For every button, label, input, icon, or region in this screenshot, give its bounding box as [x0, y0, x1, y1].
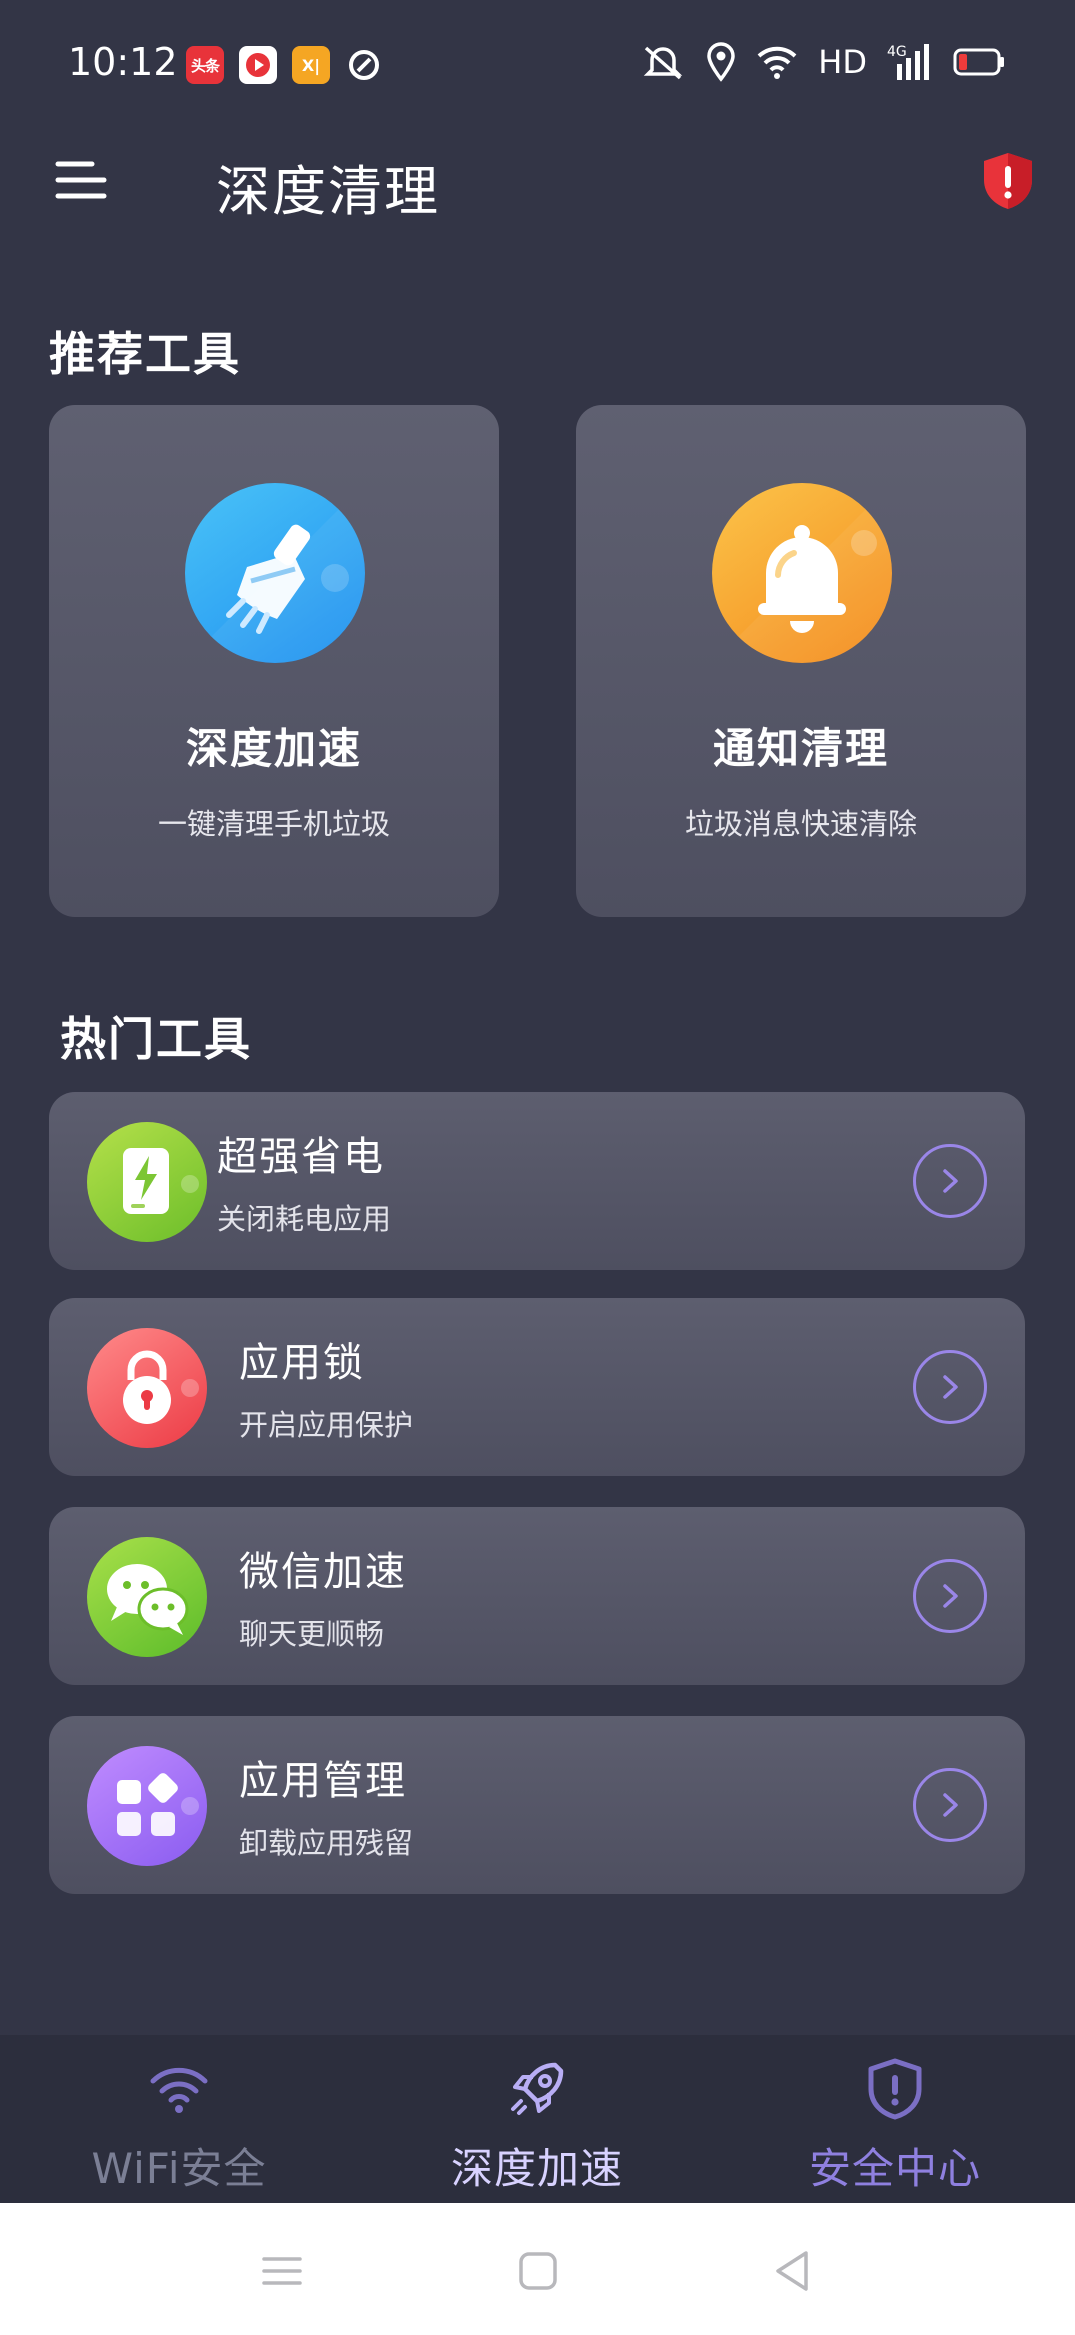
item-title: 微信加速	[239, 1549, 407, 1595]
yellow-app-icon: X|	[292, 46, 330, 84]
broom-icon	[185, 483, 365, 663]
status-bar: 10:12 头条 X| HD 4G	[0, 0, 1075, 130]
recommended-section-title: 推荐工具	[49, 327, 241, 381]
wifi-icon	[150, 2067, 208, 2113]
tab-wifi-security[interactable]: WiFi安全	[0, 2035, 358, 2203]
notification-clean-card[interactable]: 通知清理 垃圾消息快速清除	[576, 405, 1026, 917]
bell-icon	[712, 483, 892, 663]
tab-label: 深度加速	[450, 2144, 623, 2193]
rocket-icon	[511, 2062, 564, 2115]
tab-label: WiFi安全	[91, 2144, 267, 2193]
alert-shield-icon	[984, 153, 1032, 209]
video-app-icon	[239, 46, 277, 84]
item-title: 应用管理	[239, 1758, 407, 1804]
app-header: 深度清理	[0, 130, 1075, 240]
location-icon	[707, 42, 736, 82]
arrow-button[interactable]	[913, 1144, 987, 1218]
back-icon[interactable]	[768, 2247, 816, 2295]
card-subtitle: 垃圾消息快速清除	[684, 807, 917, 841]
card-title: 深度加速	[185, 724, 362, 773]
bottom-nav: WiFi安全 深度加速 安全中心	[0, 2035, 1075, 2203]
app-lock-item[interactable]: 应用锁 开启应用保护	[49, 1298, 1025, 1476]
status-time: 10:12	[68, 40, 178, 84]
chevron-right-icon	[943, 1584, 958, 1608]
item-title: 超强省电	[217, 1134, 385, 1180]
tab-deep-speedup[interactable]: 深度加速	[358, 2035, 716, 2203]
page-title: 深度清理	[216, 160, 440, 223]
apps-grid-icon	[87, 1746, 207, 1866]
deep-speedup-card[interactable]: 深度加速 一键清理手机垃圾	[49, 405, 499, 917]
wechat-icon	[87, 1537, 207, 1657]
ring-app-icon	[345, 46, 383, 84]
item-subtitle: 聊天更顺畅	[239, 1617, 385, 1651]
security-alert-button[interactable]	[979, 150, 1037, 212]
chevron-right-icon	[943, 1375, 958, 1399]
item-title: 应用锁	[239, 1340, 365, 1386]
power-saving-item[interactable]: 超强省电 关闭耗电应用	[49, 1092, 1025, 1270]
item-subtitle: 卸载应用残留	[239, 1826, 414, 1860]
home-icon[interactable]	[514, 2247, 562, 2295]
mute-bell-icon	[644, 46, 683, 80]
arrow-button[interactable]	[913, 1559, 987, 1633]
arrow-button[interactable]	[913, 1768, 987, 1842]
lock-icon	[87, 1328, 207, 1448]
status-indicators: HD 4G	[640, 42, 1005, 82]
notification-app-icons: 头条 X|	[186, 46, 383, 84]
menu-icon	[55, 161, 107, 199]
arrow-button[interactable]	[913, 1350, 987, 1424]
chevron-right-icon	[943, 1169, 958, 1193]
signal-icon: 4G	[887, 44, 929, 80]
toutiao-app-icon: 头条	[186, 46, 224, 84]
battery-icon	[87, 1122, 207, 1242]
tab-label: 安全中心	[808, 2144, 981, 2193]
card-title: 通知清理	[712, 724, 889, 773]
app-manager-item[interactable]: 应用管理 卸载应用残留	[49, 1716, 1025, 1894]
tab-security-center[interactable]: 安全中心	[716, 2035, 1074, 2203]
chevron-right-icon	[943, 1793, 958, 1817]
item-subtitle: 关闭耗电应用	[217, 1202, 392, 1236]
menu-button[interactable]	[54, 150, 114, 210]
signal-badge: 4G	[887, 44, 907, 60]
recent-apps-icon[interactable]	[258, 2247, 306, 2295]
system-nav-bar	[0, 2203, 1075, 2335]
shield-icon	[868, 2058, 922, 2120]
battery-status-icon	[953, 48, 1004, 76]
network-type: HD	[818, 43, 867, 81]
wifi-status-icon	[757, 46, 797, 79]
card-subtitle: 一键清理手机垃圾	[157, 807, 390, 841]
item-subtitle: 开启应用保护	[239, 1408, 414, 1442]
wechat-speedup-item[interactable]: 微信加速 聊天更顺畅	[49, 1507, 1025, 1685]
hot-section-title: 热门工具	[60, 1012, 252, 1066]
